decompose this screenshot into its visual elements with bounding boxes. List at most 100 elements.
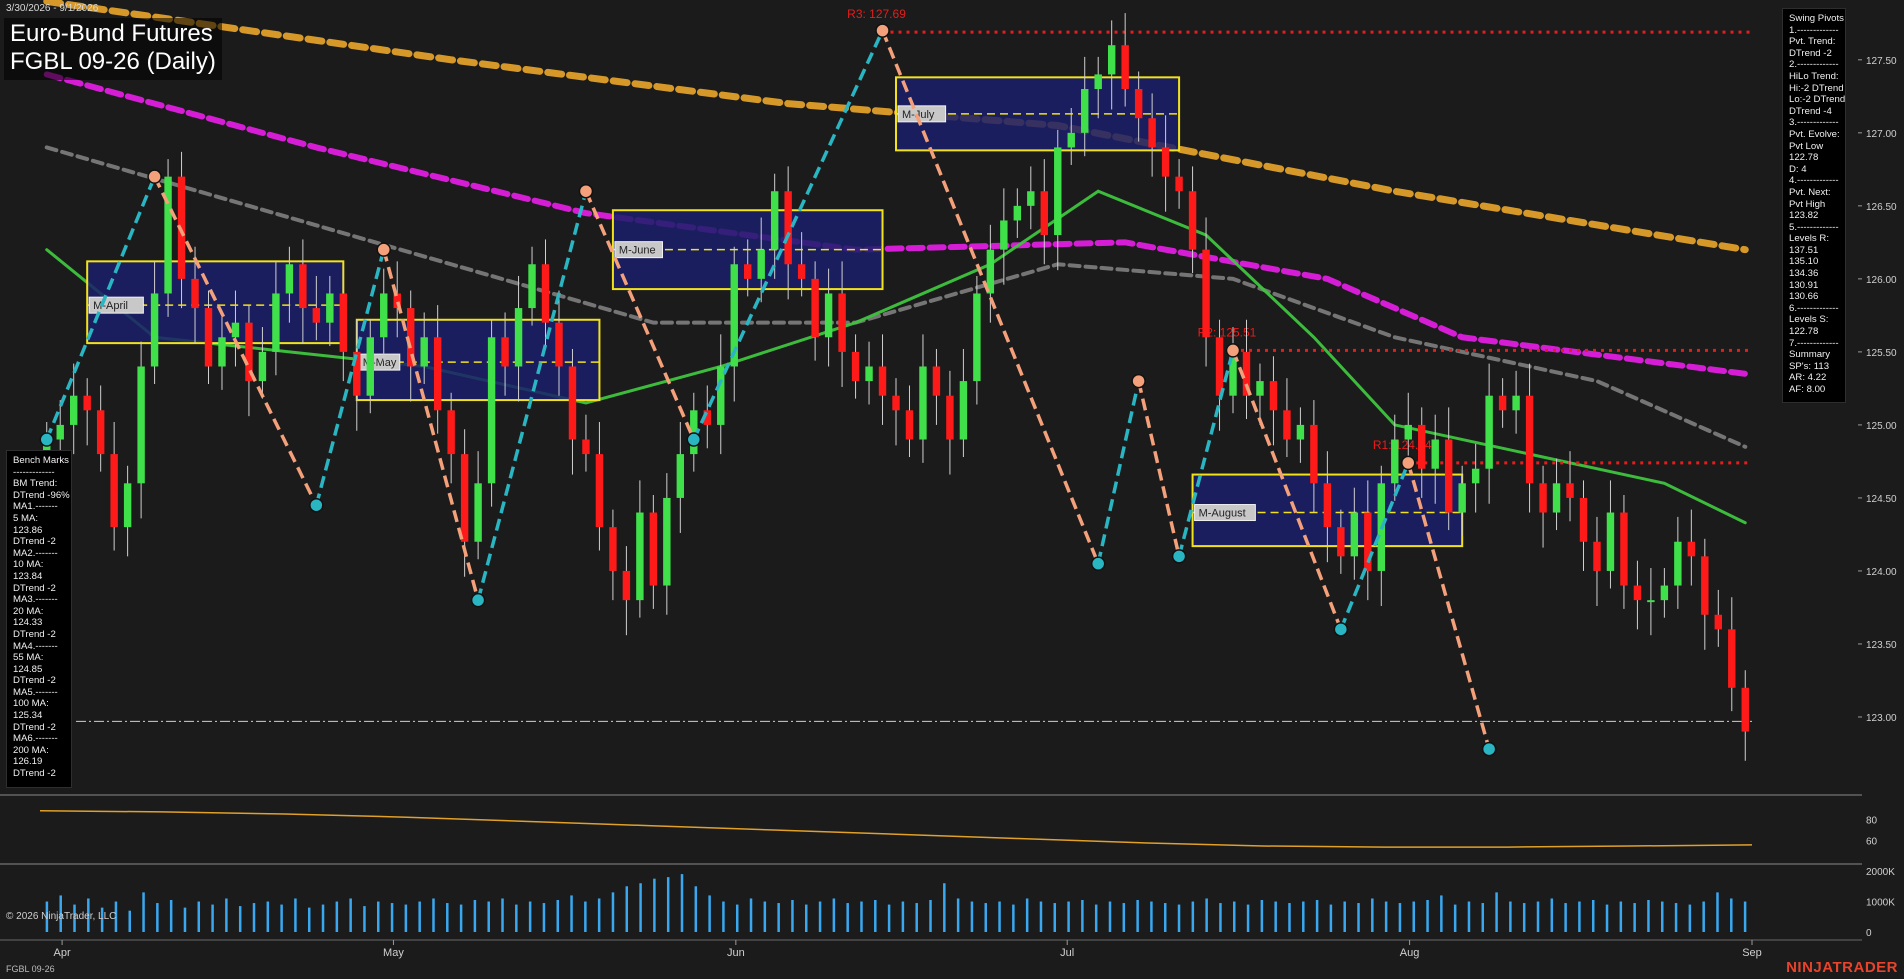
candle-body <box>1202 249 1210 338</box>
candle-body <box>1539 483 1547 513</box>
price-tick-label: 123.00 <box>1866 713 1897 724</box>
monthly-box-label: M-April <box>88 296 144 314</box>
candle-body <box>1444 439 1453 513</box>
bench-marks-line: DTrend -2 <box>13 536 56 548</box>
bench-marks-line: 126.19 <box>13 756 43 768</box>
candle-body <box>609 527 617 571</box>
candle-body <box>878 366 887 396</box>
candle-body <box>1134 89 1143 119</box>
candle-body <box>1620 512 1628 586</box>
date-tick-label: May <box>383 947 404 959</box>
swing-high-marker <box>1401 455 1416 471</box>
swing-high-marker <box>376 242 391 257</box>
price-tick-label: 127.50 <box>1866 56 1897 67</box>
date-tick-label: Sep <box>1742 947 1762 959</box>
monthly-value-boxes: M-April M-May M-June M-July M-August <box>86 76 1464 548</box>
bench-marks-line: BM Trend: <box>13 478 58 490</box>
price-tick-label: 126.50 <box>1866 202 1897 213</box>
swing-low-marker <box>470 592 486 608</box>
candle-body <box>285 264 294 294</box>
bench-marks-line: ------------- <box>13 466 55 478</box>
candle-body <box>1323 483 1332 528</box>
monthly-box-label-text: M-April <box>93 300 128 312</box>
candle-body <box>919 366 927 440</box>
swing-pivots-line: DTrend -4 <box>1789 105 1832 117</box>
candle-body <box>474 483 482 542</box>
candle-body <box>1107 45 1116 75</box>
swing-pivots-line: 6.------------- <box>1789 302 1839 314</box>
candle-body <box>123 483 132 528</box>
swing-leg <box>1096 380 1141 565</box>
candle-body <box>717 366 725 425</box>
swing-pivots-line: Swing Pivots <box>1789 13 1844 24</box>
candle-body <box>1067 132 1075 148</box>
candle-body <box>1283 410 1291 440</box>
swing-pivots-line: 122.78 <box>1789 152 1819 164</box>
candle-body <box>83 395 91 411</box>
price-tick-label: 127.00 <box>1866 129 1897 140</box>
bench-marks-line: 10 MA: <box>13 559 44 571</box>
swing-pivots-line: D: 4 <box>1789 163 1807 175</box>
candle-body <box>1633 585 1642 601</box>
candle-body <box>1000 220 1008 250</box>
swing-pivots-line: Levels R: <box>1789 233 1829 245</box>
price-tick-label: 125.50 <box>1866 348 1897 359</box>
candle-body <box>150 293 159 367</box>
candle-body <box>959 381 968 440</box>
candle-body <box>946 395 954 440</box>
swing-pivots-line: 2.------------- <box>1789 59 1839 71</box>
candle-body <box>1512 395 1520 411</box>
bench-marks-line: DTrend -96% <box>13 489 70 501</box>
candle-body <box>1606 512 1615 571</box>
candle-body <box>663 497 671 586</box>
bench-marks-line: 124.85 <box>13 663 43 675</box>
candle-body <box>420 337 428 367</box>
candle-body <box>1498 395 1507 411</box>
candle-body <box>838 293 846 352</box>
swing-pivots-line: Pvt. Trend: <box>1789 36 1836 48</box>
bench-marks-line: 55 MA: <box>13 652 44 664</box>
candle-body <box>1525 395 1534 484</box>
candle-body <box>1647 600 1655 603</box>
bench-marks-line: 123.86 <box>13 524 43 536</box>
volume-tick-label: 0 <box>1866 928 1872 939</box>
candle-body <box>784 191 792 265</box>
swing-low-marker <box>1171 549 1187 564</box>
candle-body <box>824 293 833 338</box>
candle-body <box>1337 527 1345 557</box>
oscillator-tick-label: 80 <box>1866 815 1878 826</box>
candle-body <box>1728 629 1736 688</box>
swing-pivots-line: Lo:-2 DTrend <box>1789 94 1846 106</box>
swing-low-marker <box>686 432 702 447</box>
candle-body <box>811 278 819 338</box>
price-axis: 123.00 123.50 124.00 124.50 125.00 125.50 126.… <box>1858 56 1897 724</box>
swing-high-marker <box>875 23 890 38</box>
candle-body <box>366 337 374 396</box>
swing-pivots-line: 5.------------- <box>1789 221 1839 233</box>
swing-pivots-line: 130.91 <box>1789 279 1819 291</box>
candle-body <box>218 337 226 367</box>
candle-body <box>1256 381 1264 396</box>
swing-pivots-line: 1.------------- <box>1789 24 1839 36</box>
candle-body <box>1161 147 1170 177</box>
swing-pivots-line: Hi:-2 DTrend <box>1789 82 1844 94</box>
candle-body <box>272 293 280 352</box>
price-chart[interactable]: M-April M-May M-June M-July M-August R3: 127… <box>0 0 1904 979</box>
swing-pivots-line: HiLo Trend: <box>1789 70 1839 82</box>
candle-body <box>770 191 779 250</box>
candle-body <box>487 337 496 484</box>
candle-body <box>1566 483 1574 498</box>
candle-body <box>1458 483 1466 513</box>
candle-body <box>1714 614 1723 630</box>
swing-high-marker <box>147 169 162 184</box>
chart-title-box: Euro-Bund Futures FGBL 09-26 (Daily) <box>4 18 222 80</box>
oscillator-panel: 80 60 <box>39 810 1878 848</box>
date-tick-label: Aug <box>1400 947 1420 959</box>
swing-low-marker <box>309 497 324 513</box>
monthly-box-label-text: M-August <box>1199 508 1246 520</box>
candle-body <box>973 293 981 382</box>
candle-body <box>622 570 631 601</box>
swing-pivots-line: AR: 4.22 <box>1789 372 1827 384</box>
swing-pivots-line: 134.36 <box>1789 268 1819 280</box>
candle-body <box>1687 541 1696 557</box>
